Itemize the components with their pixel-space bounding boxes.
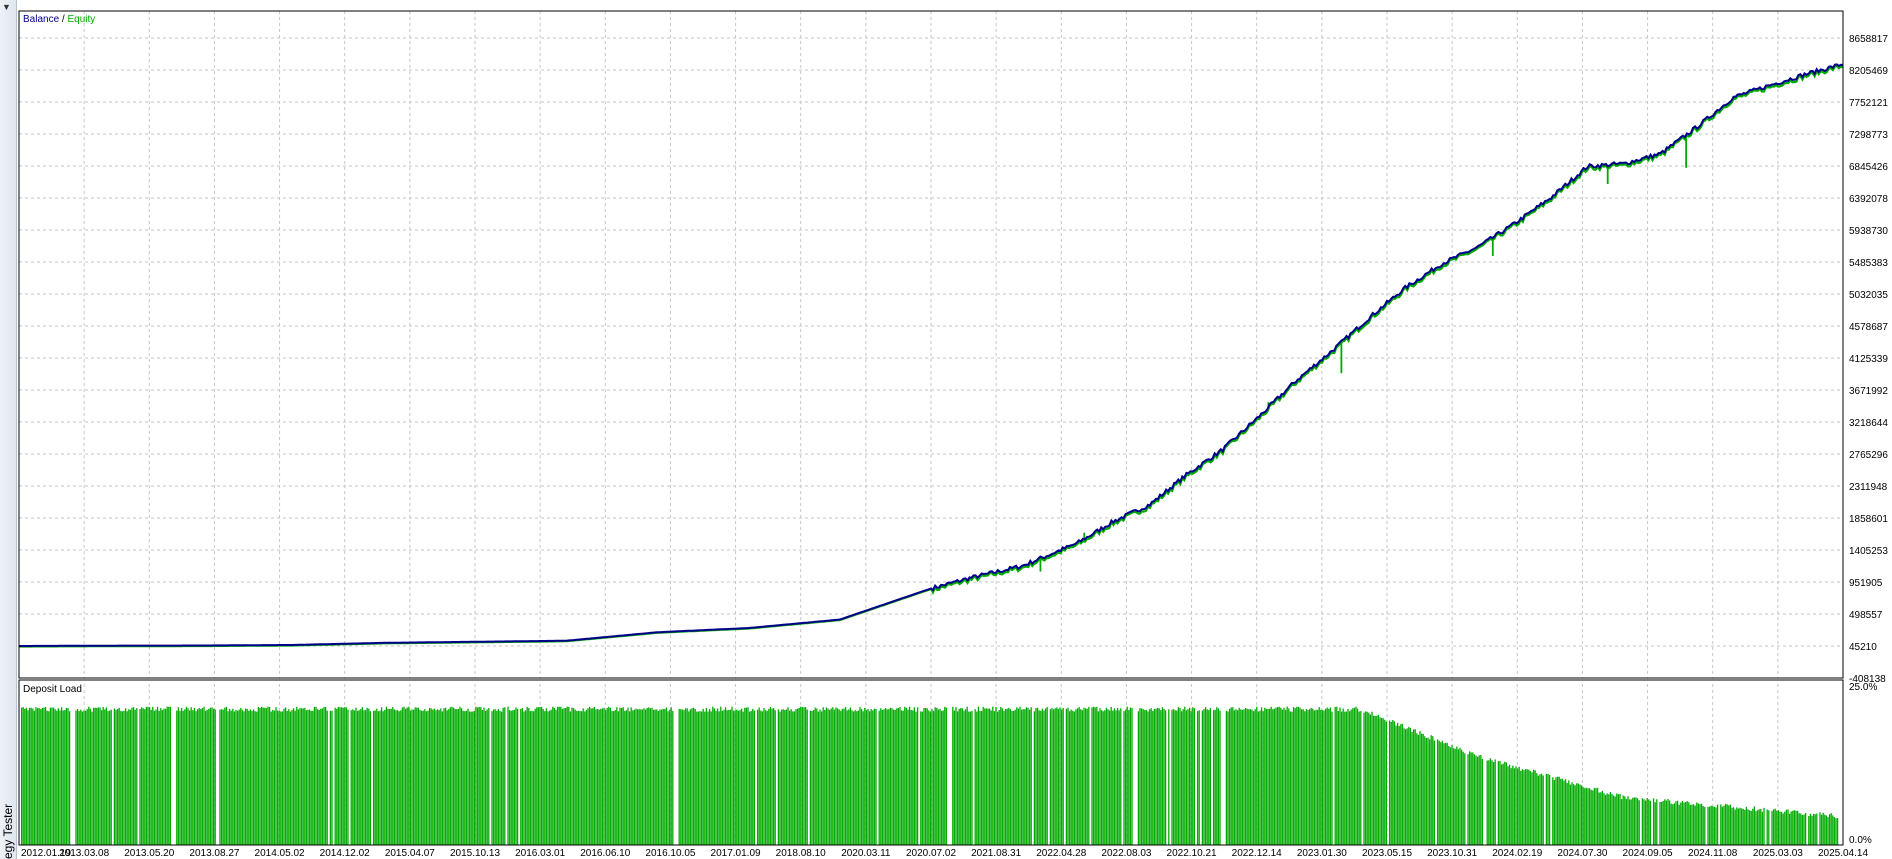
y-tick-label: 45210 xyxy=(1849,642,1877,653)
deposit-load-title: Deposit Load xyxy=(23,684,82,695)
y-tick-label: 8658817 xyxy=(1849,34,1888,45)
x-tick-label: 2022.12.14 xyxy=(1232,848,1282,859)
legend-separator: / xyxy=(59,14,67,25)
x-tick-label: 2015.04.07 xyxy=(385,848,435,859)
x-tick-label: 2017.01.09 xyxy=(711,848,761,859)
x-tick-label: 2015.10.13 xyxy=(450,848,500,859)
legend-equity: Equity xyxy=(67,14,95,25)
x-tick-label: 2018.08.10 xyxy=(776,848,826,859)
y-tick-label: 3671992 xyxy=(1849,386,1888,397)
x-tick-label: 2024.09.05 xyxy=(1623,848,1673,859)
x-tick-label: 2014.12.02 xyxy=(320,848,370,859)
deposit-load-bars xyxy=(20,706,1839,845)
y-tick-label: 4125339 xyxy=(1849,354,1888,365)
x-tick-label: 2024.07.30 xyxy=(1557,848,1607,859)
x-tick-label: 2022.08.03 xyxy=(1101,848,1151,859)
y-axis-tick-labels: 8658817 8205469 7752121 7298773 6845426 63920… xyxy=(1849,34,1888,685)
y-tick-label: 951905 xyxy=(1849,578,1883,589)
legend: Balance / Equity xyxy=(23,14,95,25)
x-tick-label: 2016.03.01 xyxy=(515,848,565,859)
backtest-chart: 8658817 8205469 7752121 7298773 6845426 63920… xyxy=(18,10,1888,859)
x-tick-label: 2013.05.20 xyxy=(124,848,174,859)
legend-balance: Balance xyxy=(23,14,60,25)
x-tick-label: 2024.02.19 xyxy=(1492,848,1542,859)
y-tick-label: 8205469 xyxy=(1849,66,1888,77)
x-tick-label: 2025.03.03 xyxy=(1753,848,1803,859)
y-tick-label: 7298773 xyxy=(1849,130,1888,141)
y-tick-label: 5938730 xyxy=(1849,226,1888,237)
y-tick-label: 1858601 xyxy=(1849,514,1888,525)
x-tick-label: 2022.10.21 xyxy=(1167,848,1217,859)
y-tick-label: 6845426 xyxy=(1849,162,1888,173)
deposit-load-max-label: 25.0% xyxy=(1849,682,1877,693)
x-tick-label: 2020.07.02 xyxy=(906,848,956,859)
x-tick-label: 2022.04.28 xyxy=(1036,848,1086,859)
y-tick-label: 4578687 xyxy=(1849,322,1888,333)
x-tick-label: 2024.11.08 xyxy=(1688,848,1738,859)
x-tick-label: 2023.05.15 xyxy=(1362,848,1412,859)
x-tick-label: 2023.01.30 xyxy=(1297,848,1347,859)
x-tick-label: 2014.05.02 xyxy=(255,848,305,859)
x-tick-label: 2013.03.08 xyxy=(59,848,109,859)
y-tick-label: 2765296 xyxy=(1849,450,1888,461)
x-tick-label: 2020.03.11 xyxy=(841,848,891,859)
y-tick-label: 3218644 xyxy=(1849,418,1888,429)
x-tick-label: 2016.06.10 xyxy=(580,848,630,859)
y-tick-label: 5485383 xyxy=(1849,258,1888,269)
x-tick-label: 2023.10.31 xyxy=(1427,848,1477,859)
y-tick-label: 5032035 xyxy=(1849,290,1888,301)
x-tick-label: 2021.08.31 xyxy=(971,848,1021,859)
x-axis-tick-labels: 2012.01.192013.03.08 2013.05.20 2013.08.27… xyxy=(21,848,1868,859)
deposit-load-bar xyxy=(20,706,1839,845)
x-tick-label: 2016.10.05 xyxy=(645,848,695,859)
y-tick-label: 498557 xyxy=(1849,610,1883,621)
y-tick-label: 6392078 xyxy=(1849,194,1888,205)
y-tick-label: 7752121 xyxy=(1849,98,1888,109)
deposit-load-min-label: 0.0% xyxy=(1849,835,1872,846)
y-tick-label: 1405253 xyxy=(1849,546,1888,557)
x-tick-label: 2025.04.14 xyxy=(1818,848,1868,859)
y-tick-label: 2311948 xyxy=(1849,482,1888,493)
main-chart-grid xyxy=(18,11,1844,678)
deposit-load-tick-labels: 25.0% 0.0% xyxy=(1849,682,1877,846)
x-tick-label: 2013.08.27 xyxy=(189,848,239,859)
